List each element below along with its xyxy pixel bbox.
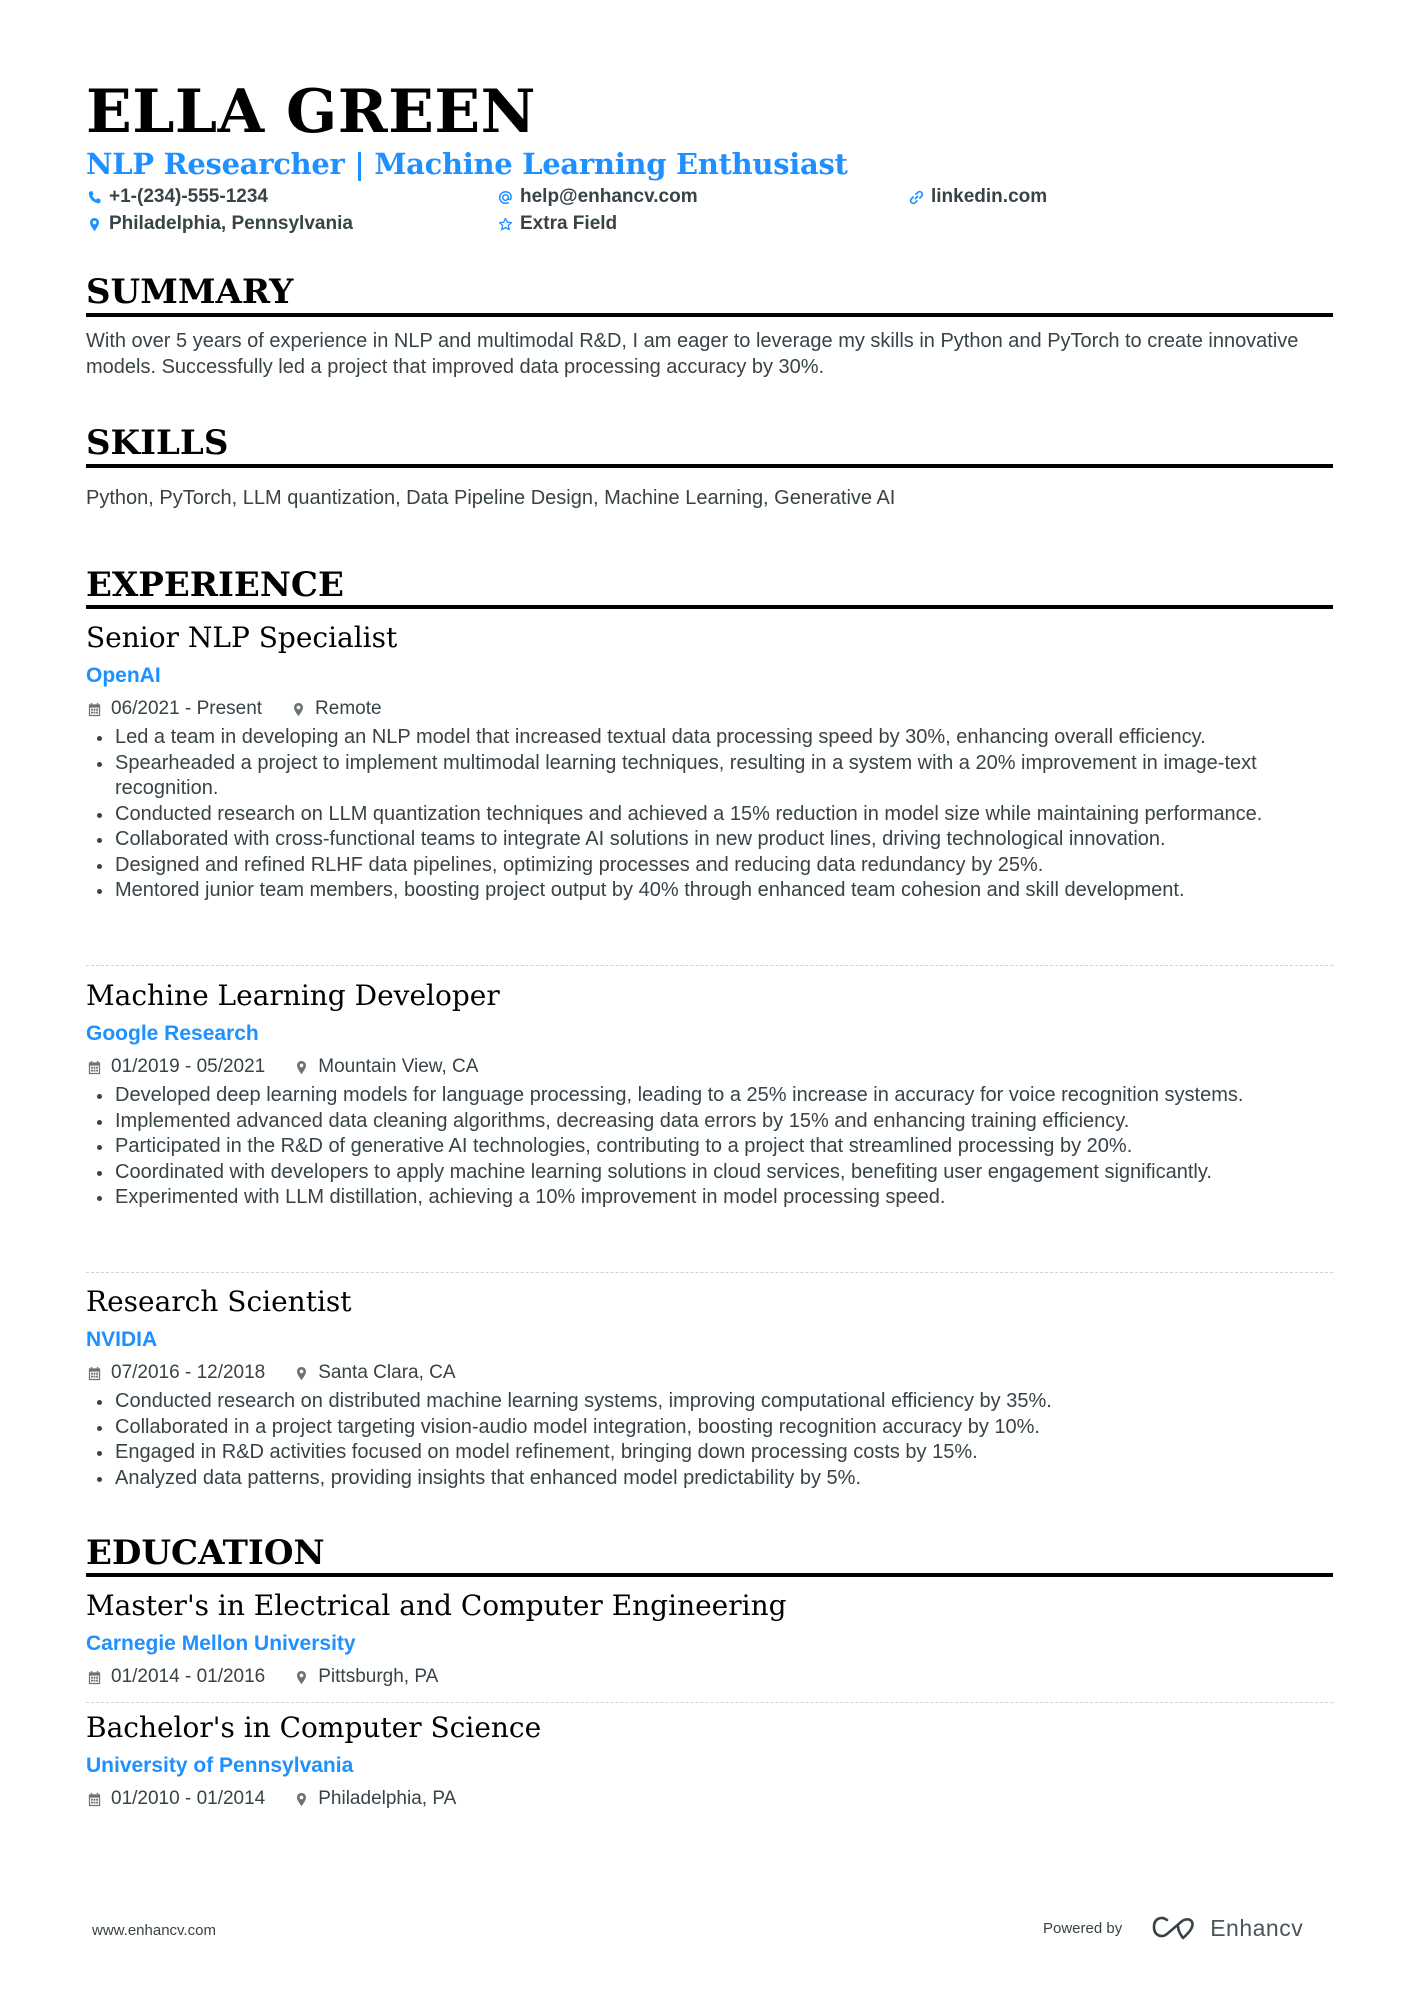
contact-phone: +1-(234)-555-1234 [86, 185, 268, 209]
school-name: University of Pennsylvania [86, 1754, 354, 1777]
bullet-item: Mentored junior team members, boosting p… [86, 878, 1333, 904]
bullet-item: Analyzed data patterns, providing insigh… [86, 1466, 1333, 1492]
email-address[interactable]: help@enhancv.com [520, 185, 698, 209]
location-text: Philadelphia, Pennsylvania [109, 213, 353, 234]
company-name: Google Research [86, 1022, 259, 1045]
bullet-item: Conducted research on LLM quantization t… [86, 802, 1333, 828]
bullet-item: Experimented with LLM distillation, achi… [86, 1185, 1333, 1211]
contact-extra-field: Extra Field [497, 212, 617, 236]
job-dates: 06/2021 - Present [111, 698, 263, 719]
powered-by-label: Powered by [1043, 1919, 1123, 1937]
job-title: Machine Learning Developer [86, 979, 500, 1012]
location-pin-icon [293, 1791, 309, 1807]
job-title: Research Scientist [86, 1285, 352, 1318]
job-location: Santa Clara, CA [318, 1362, 456, 1383]
summary-divider [86, 313, 1333, 317]
bullet-item: Designed and refined RLHF data pipelines… [86, 853, 1333, 879]
job-bullets: Developed deep learning models for langu… [86, 1083, 1333, 1211]
footer-branding[interactable]: Powered by Enhancv [1043, 1914, 1303, 1942]
bullet-item: Collaborated with cross-functional teams… [86, 827, 1333, 853]
footer-website-link[interactable]: www.enhancv.com [92, 1921, 216, 1941]
job-meta: 06/2021 - Present Remote [86, 697, 382, 721]
extra-field-text: Extra Field [520, 213, 618, 234]
education-dates: 01/2010 - 01/2014 [111, 1788, 266, 1809]
job-title: Senior NLP Specialist [86, 621, 398, 654]
education-divider [86, 1573, 1333, 1577]
location-pin-icon [293, 1669, 309, 1685]
location-pin-icon [290, 701, 306, 717]
contact-email: help@enhancv.com [497, 185, 698, 209]
bullet-item: Conducted research on distributed machin… [86, 1389, 1333, 1415]
at-icon [497, 189, 513, 205]
bullet-item: Participated in the R&D of generative AI… [86, 1134, 1333, 1160]
degree-title: Master's in Electrical and Computer Engi… [86, 1589, 787, 1622]
education-location: Pittsburgh, PA [318, 1666, 439, 1687]
job-location: Remote [315, 698, 382, 719]
bullet-item: Spearheaded a project to implement multi… [86, 751, 1333, 802]
education-dates: 01/2014 - 01/2016 [111, 1666, 266, 1687]
location-pin-icon [293, 1059, 309, 1075]
bullet-item: Engaged in R&D activities focused on mod… [86, 1440, 1333, 1466]
linkedin-link[interactable]: linkedin.com [931, 185, 1047, 209]
contact-linkedin: linkedin.com [908, 185, 1047, 209]
calendar-icon [86, 701, 102, 717]
calendar-icon [86, 1791, 102, 1807]
experience-heading: EXPERIENCE [86, 565, 344, 605]
company-name: OpenAI [86, 664, 161, 687]
entry-divider [86, 1702, 1333, 1703]
job-location: Mountain View, CA [318, 1056, 479, 1077]
bullet-item: Collaborated in a project targeting visi… [86, 1415, 1333, 1441]
job-bullets: Led a team in developing an NLP model th… [86, 725, 1333, 904]
bullet-item: Led a team in developing an NLP model th… [86, 725, 1333, 751]
skills-heading: SKILLS [86, 423, 229, 463]
enhancv-brand-name: Enhancv [1210, 1914, 1304, 1941]
contact-location: Philadelphia, Pennsylvania [86, 212, 353, 236]
education-location: Philadelphia, PA [318, 1788, 457, 1809]
company-name: NVIDIA [86, 1328, 158, 1351]
location-pin-icon [86, 216, 102, 232]
calendar-icon [86, 1365, 102, 1381]
calendar-icon [86, 1669, 102, 1685]
education-meta: 01/2014 - 01/2016 Pittsburgh, PA [86, 1665, 438, 1689]
job-dates: 07/2016 - 12/2018 [111, 1362, 266, 1383]
job-meta: 07/2016 - 12/2018 Santa Clara, CA [86, 1361, 456, 1385]
skills-text: Python, PyTorch, LLM quantization, Data … [86, 487, 896, 509]
degree-title: Bachelor's in Computer Science [86, 1711, 542, 1744]
phone-icon [86, 189, 102, 205]
summary-heading: SUMMARY [86, 272, 294, 312]
entry-divider [86, 965, 1333, 966]
education-heading: EDUCATION [86, 1533, 325, 1573]
summary-text: With over 5 years of experience in NLP a… [86, 330, 1299, 378]
bullet-item: Implemented advanced data cleaning algor… [86, 1109, 1333, 1135]
school-name: Carnegie Mellon University [86, 1632, 356, 1655]
job-meta: 01/2019 - 05/2021 Mountain View, CA [86, 1055, 478, 1079]
star-icon [497, 216, 513, 232]
enhancv-logo-icon [1152, 1916, 1194, 1940]
job-bullets: Conducted research on distributed machin… [86, 1389, 1333, 1491]
entry-divider [86, 1272, 1333, 1273]
bullet-item: Developed deep learning models for langu… [86, 1083, 1333, 1109]
phone-number: +1-(234)-555-1234 [109, 186, 268, 207]
job-dates: 01/2019 - 05/2021 [111, 1056, 266, 1077]
candidate-headline: NLP Researcher | Machine Learning Enthus… [86, 147, 848, 181]
link-icon [908, 189, 924, 205]
experience-divider [86, 605, 1333, 609]
bullet-item: Coordinated with developers to apply mac… [86, 1160, 1333, 1186]
candidate-name: ELLA GREEN [86, 77, 536, 147]
calendar-icon [86, 1059, 102, 1075]
skills-divider [86, 464, 1333, 468]
location-pin-icon [293, 1365, 309, 1381]
education-meta: 01/2010 - 01/2014 Philadelphia, PA [86, 1787, 456, 1811]
